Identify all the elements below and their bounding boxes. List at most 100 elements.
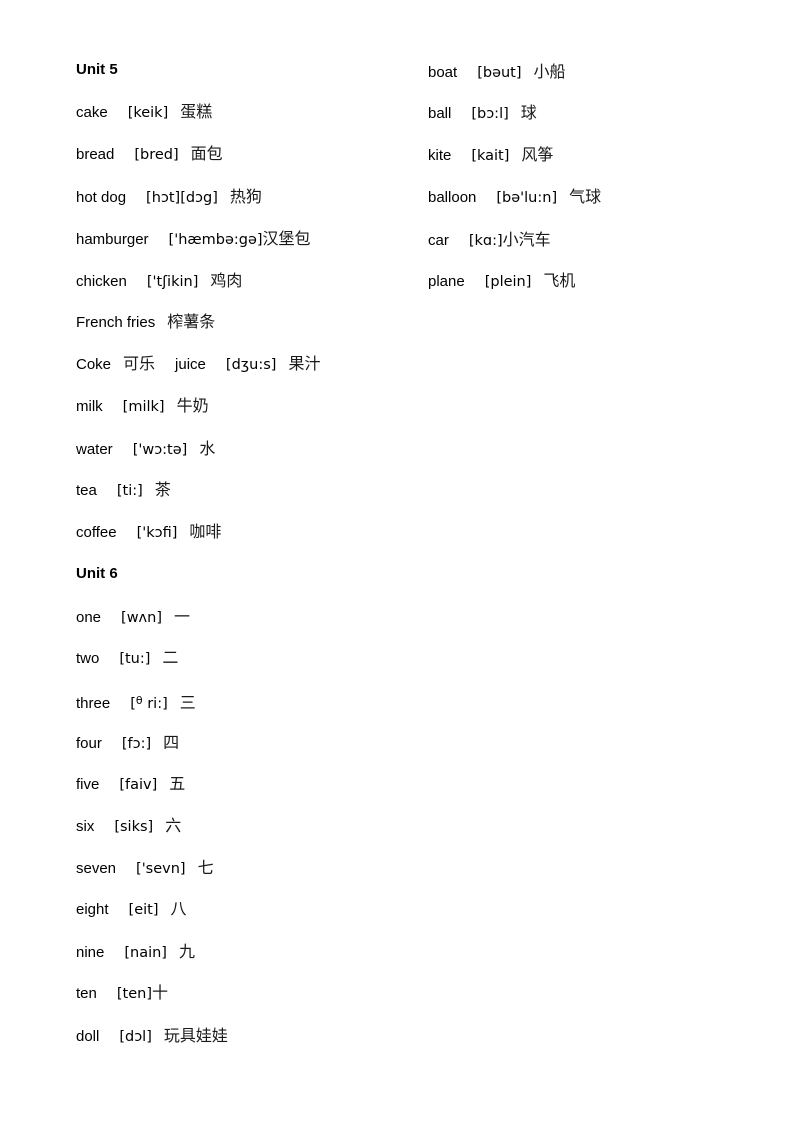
entry-word: hamburger: [76, 231, 149, 248]
entry-phonetic: [bəut]: [477, 65, 522, 81]
entry-word: kite: [428, 147, 452, 164]
vocabulary-entry: ten [ten]十: [76, 984, 168, 1003]
entry-word: doll: [76, 1028, 100, 1045]
entry-word: cake: [76, 104, 108, 121]
entry-phonetic: [eit]: [128, 902, 159, 918]
vocabulary-entry: nine [nain] 九: [76, 943, 195, 962]
entry-meaning: 面包: [190, 144, 223, 163]
vocabulary-entry: plane [plein] 飞机: [428, 272, 575, 291]
entry-word: one: [76, 609, 102, 626]
vocabulary-entry: hot dog [hɔt][dɔg] 热狗: [76, 188, 262, 207]
vocabulary-entry: Coke 可乐 juice [dʒu:s] 果汁: [76, 355, 320, 374]
entry-phonetic: [milk]: [122, 399, 165, 415]
entry-meaning: 榨薯条: [167, 312, 216, 331]
vocabulary-entry: cake [keik] 蛋糕: [76, 103, 212, 122]
vocabulary-entry: kite [kait] 风筝: [428, 146, 553, 165]
vocabulary-entry: one [wʌn] 一: [76, 608, 190, 627]
unit-heading: Unit 5: [76, 61, 118, 79]
entry-meaning: 小船: [533, 62, 566, 81]
entry-word: plane: [428, 273, 465, 290]
entry-phonetic-secondary: [dʒu:s]: [225, 357, 277, 373]
entry-word: ball: [428, 105, 452, 122]
entry-word: eight: [76, 901, 109, 918]
entry-phonetic: [tu:]: [119, 651, 151, 667]
vocabulary-entry: French fries 榨薯条: [76, 313, 215, 332]
entry-phonetic: ['tʃikin]: [146, 274, 199, 290]
unit-heading-label: Unit 5: [76, 61, 118, 78]
entry-word: French fries: [76, 314, 156, 331]
entry-word: balloon: [428, 189, 477, 206]
entry-meaning: 热狗: [229, 187, 262, 206]
entry-meaning: 八: [170, 899, 187, 918]
vocabulary-entry: coffee ['kɔfi] 咖啡: [76, 523, 221, 542]
entry-word: six: [76, 818, 95, 835]
entry-phonetic: [hɔt][dɔg]: [146, 190, 218, 206]
vocabulary-entry: balloon [bə'lu:n] 气球: [428, 188, 601, 207]
entry-word: coffee: [76, 524, 117, 541]
unit-heading-label: Unit 6: [76, 565, 118, 582]
entry-phonetic: ['kɔfi]: [136, 525, 178, 541]
entry-word: milk: [76, 398, 103, 415]
entry-word: seven: [76, 860, 117, 877]
entry-word: two: [76, 650, 100, 667]
entry-phonetic: [fɔ:]: [121, 736, 152, 752]
entry-meaning: 球: [520, 103, 537, 122]
entry-phonetic: ['sevn]: [136, 861, 186, 877]
entry-word: nine: [76, 944, 105, 961]
entry-phonetic: [plein]: [484, 274, 532, 290]
entry-meaning: 四: [163, 733, 180, 752]
entry-meaning: 水: [199, 439, 216, 458]
entry-meaning: 三: [179, 693, 196, 712]
entry-word: four: [76, 735, 102, 752]
entry-phonetic-theta: θ: [135, 694, 143, 707]
entry-word: tea: [76, 482, 97, 499]
vocabulary-entry: ball [bɔ:l] 球: [428, 104, 537, 123]
entry-meaning: 一: [173, 607, 190, 626]
entry-phonetic: [wʌn]: [121, 610, 162, 626]
entry-word: ten: [76, 985, 97, 1002]
vocabulary-entry: doll [dɔl] 玩具娃娃: [76, 1027, 228, 1046]
entry-phonetic: [bred]: [134, 147, 179, 163]
entry-word-secondary: juice: [175, 356, 206, 373]
vocabulary-entry: seven ['sevn] 七: [76, 859, 214, 878]
entry-meaning: 十: [151, 983, 168, 1002]
entry-meaning: 可乐: [123, 354, 156, 373]
entry-phonetic: [faiv]: [119, 777, 158, 793]
entry-meaning: 咖啡: [189, 522, 222, 541]
entry-phonetic: [siks]: [114, 819, 154, 835]
vocabulary-entry: four [fɔ:] 四: [76, 734, 179, 753]
vocabulary-entry: bread [bred] 面包: [76, 145, 223, 164]
vocabulary-entry: eight [eit] 八: [76, 900, 187, 919]
entry-meaning: 小汽车: [502, 230, 551, 249]
entry-meaning: 蛋糕: [180, 102, 213, 121]
entry-phonetic: ['wɔ:tə]: [132, 442, 188, 458]
vocabulary-entry: two [tu:] 二: [76, 649, 178, 668]
vocabulary-entry: tea [ti:] 茶: [76, 481, 171, 500]
entry-meaning: 鸡肉: [210, 271, 243, 290]
document-page: Unit 5 cake [keik] 蛋糕 bread [bred] 面包 hot dog [h…: [0, 0, 800, 1132]
entry-meaning: 飞机: [543, 271, 576, 290]
entry-word: three: [76, 695, 111, 712]
vocabulary-entry: five [faiv] 五: [76, 775, 185, 794]
entry-word: hot dog: [76, 189, 127, 206]
entry-meaning: 气球: [569, 187, 602, 206]
entry-word: car: [428, 232, 449, 249]
vocabulary-entry: car [kɑ:]小汽车: [428, 231, 551, 250]
entry-phonetic-suffix: ri:]: [147, 696, 168, 712]
unit-heading: Unit 6: [76, 565, 118, 583]
entry-word: Coke: [76, 356, 112, 373]
entry-meaning: 茶: [154, 480, 171, 499]
entry-phonetic: [keik]: [127, 105, 169, 121]
entry-meaning: 牛奶: [176, 396, 209, 415]
entry-phonetic: ['hæmbə:gə]: [168, 232, 263, 248]
entry-meaning: 七: [197, 858, 214, 877]
entry-word: water: [76, 441, 113, 458]
entry-phonetic: [kait]: [471, 148, 510, 164]
entry-phonetic: [bə'lu:n]: [496, 190, 558, 206]
vocabulary-entry: boat [bəut] 小船: [428, 63, 566, 82]
entry-phonetic: [bɔ:l]: [471, 106, 509, 122]
entry-phonetic: [kɑ:]: [468, 233, 503, 249]
entry-word: five: [76, 776, 100, 793]
vocabulary-entry: milk [milk] 牛奶: [76, 397, 209, 416]
entry-meaning: 汉堡包: [262, 229, 311, 248]
